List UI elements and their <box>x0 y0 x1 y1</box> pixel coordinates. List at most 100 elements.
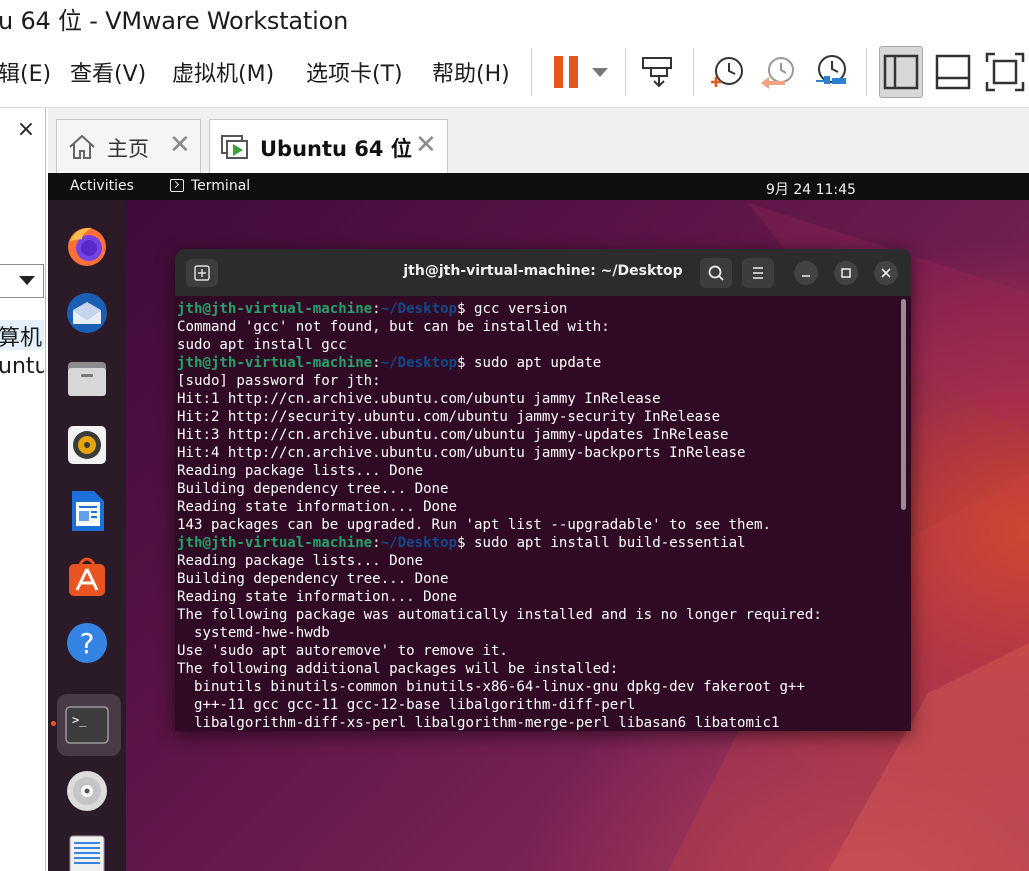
library-tree-item[interactable]: 算机 <box>0 320 44 350</box>
terminal-header-bar[interactable]: jth@jth-virtual-machine: ~/Desktop <box>175 249 911 296</box>
dock-app-center[interactable] <box>64 554 110 600</box>
files-icon <box>68 362 106 396</box>
terminal-output-line: Hit:3 http://cn.archive.ubuntu.com/ubunt… <box>177 427 729 443</box>
dock-help[interactable]: ? <box>64 620 110 666</box>
terminal-icon: >_ <box>65 706 109 744</box>
tab-label: 主页 <box>107 137 149 161</box>
tab-ubuntu[interactable]: Ubuntu 64 位 ✕ <box>209 119 448 173</box>
toolbar-separator <box>531 48 532 96</box>
help-icon: ? <box>67 623 107 663</box>
maximize-button[interactable] <box>834 261 858 285</box>
hamburger-menu-button[interactable] <box>742 258 774 288</box>
menu-help[interactable]: 帮助(H) <box>432 56 510 88</box>
thunderbird-icon <box>67 293 107 333</box>
terminal-output-line: Building dependency tree... Done <box>177 481 449 497</box>
terminal-app-icon <box>170 179 184 192</box>
terminal-output-line: The following package was automatically … <box>177 607 822 623</box>
library-view-icon <box>883 54 919 90</box>
dock-files[interactable] <box>64 356 110 402</box>
prompt-path: ~/Desktop <box>380 355 458 371</box>
close-window-button[interactable] <box>874 261 898 285</box>
guest-screen[interactable]: Activities Terminal 9月 24 11:45 ? >_ jth… <box>48 173 1029 871</box>
dvd-icon <box>67 771 107 811</box>
search-button[interactable] <box>700 258 732 288</box>
hamburger-icon <box>753 267 763 279</box>
take-snapshot-icon <box>711 57 743 87</box>
prompt-user: jth@jth-virtual-machine <box>177 301 373 317</box>
running-indicator <box>51 721 56 726</box>
minimize-button[interactable] <box>794 261 818 285</box>
dock-text-editor[interactable] <box>64 834 110 871</box>
prompt-command: $ sudo apt update <box>457 355 602 371</box>
svg-text:?: ? <box>80 627 95 660</box>
pause-icon <box>554 56 608 88</box>
dock: ? >_ <box>48 200 126 871</box>
prompt-user: jth@jth-virtual-machine <box>177 535 373 551</box>
firefox-icon <box>68 227 106 266</box>
dock-dvd[interactable] <box>64 768 110 814</box>
dock-terminal[interactable]: >_ <box>64 702 110 748</box>
menu-tabs[interactable]: 选项卡(T) <box>306 56 403 88</box>
snapshot-manager-icon <box>816 55 846 84</box>
terminal-output-line: Command 'gcc' not found, but can be inst… <box>177 319 610 335</box>
dock-thunderbird[interactable] <box>64 290 110 336</box>
clock[interactable]: 9月 24 11:45 <box>766 179 856 199</box>
terminal-output-line: systemd-hwe-hwdb <box>177 625 330 641</box>
terminal-output-line: Reading package lists... Done <box>177 553 424 569</box>
terminal-output-line: binutils binutils-common binutils-x86-64… <box>177 679 805 695</box>
take-snapshot-button[interactable] <box>705 50 749 94</box>
close-icon[interactable]: ✕ <box>415 132 437 158</box>
terminal-output-line: Hit:2 http://security.ubuntu.com/ubuntu … <box>177 409 721 425</box>
dock-firefox[interactable] <box>64 223 110 269</box>
app-menu[interactable]: Terminal <box>191 178 250 194</box>
svg-text:>_: >_ <box>72 713 87 727</box>
fullscreen-button[interactable] <box>983 50 1027 94</box>
chevron-down-icon <box>19 276 35 285</box>
library-search-dropdown[interactable] <box>0 264 44 298</box>
terminal-output-line: [sudo] password for jth: <box>177 373 381 389</box>
terminal-output[interactable]: jth@jth-virtual-machine:~/Desktop$ gcc v… <box>175 296 911 731</box>
send-keys-button[interactable] <box>637 50 681 94</box>
terminal-output-line: Reading package lists... Done <box>177 463 424 479</box>
terminal-output-line: Hit:4 http://cn.archive.ubuntu.com/ubunt… <box>177 445 746 461</box>
prompt-command: $ sudo apt install build-essential <box>457 535 746 551</box>
terminal-prompt-line: jth@jth-virtual-machine:~/Desktop$ sudo … <box>177 355 602 371</box>
library-view-button[interactable] <box>879 46 923 98</box>
thumbnail-bar-icon <box>935 54 971 90</box>
dock-rhythmbox[interactable] <box>64 422 110 468</box>
menu-vm[interactable]: 虚拟机(M) <box>172 56 274 88</box>
window-title: u 64 位 - VMware Workstation <box>0 7 349 35</box>
vm-tab-strip: 主页 ✕ Ubuntu 64 位 ✕ <box>48 108 1029 173</box>
pause-button[interactable] <box>544 50 614 94</box>
menu-view[interactable]: 查看(V) <box>70 56 146 88</box>
snapshot-manager-button[interactable] <box>810 50 854 94</box>
app-center-icon <box>69 557 105 596</box>
library-close-button[interactable]: × <box>14 118 38 142</box>
dock-libreoffice-writer[interactable] <box>64 488 110 534</box>
close-icon[interactable]: ✕ <box>169 132 191 158</box>
tab-home[interactable]: 主页 ✕ <box>56 119 201 173</box>
menu-edit[interactable]: 辑(E) <box>0 56 51 88</box>
library-tree-item[interactable]: untu <box>0 354 44 379</box>
send-keys-icon <box>642 57 672 88</box>
activities-button[interactable]: Activities <box>70 178 134 194</box>
terminal-window[interactable]: jth@jth-virtual-machine: ~/Desktop jth@j… <box>175 249 911 731</box>
toolbar-separator <box>625 48 626 96</box>
revert-snapshot-button[interactable] <box>757 50 801 94</box>
terminal-output-line: 143 packages can be upgraded. Run 'apt l… <box>177 517 771 533</box>
maximize-icon <box>841 268 851 278</box>
prompt-command: $ gcc version <box>457 301 568 317</box>
terminal-output-line: Hit:1 http://cn.archive.ubuntu.com/ubunt… <box>177 391 661 407</box>
gnome-top-bar: Activities Terminal 9月 24 11:45 <box>48 173 1029 200</box>
terminal-prompt-line: jth@jth-virtual-machine:~/Desktop$ gcc v… <box>177 301 568 317</box>
text-editor-icon <box>69 835 105 871</box>
vm-icon <box>221 135 248 159</box>
library-pane: × 算机 untu <box>0 108 46 871</box>
close-icon <box>881 268 891 278</box>
terminal-scrollbar[interactable] <box>901 299 906 510</box>
thumbnail-bar-button[interactable] <box>931 50 975 94</box>
tab-label: Ubuntu 64 位 <box>260 137 412 161</box>
terminal-output-line: Building dependency tree... Done <box>177 571 449 587</box>
fullscreen-icon <box>985 52 1025 92</box>
terminal-output-line: libalgorithm-diff-xs-perl libalgorithm-m… <box>177 715 780 731</box>
